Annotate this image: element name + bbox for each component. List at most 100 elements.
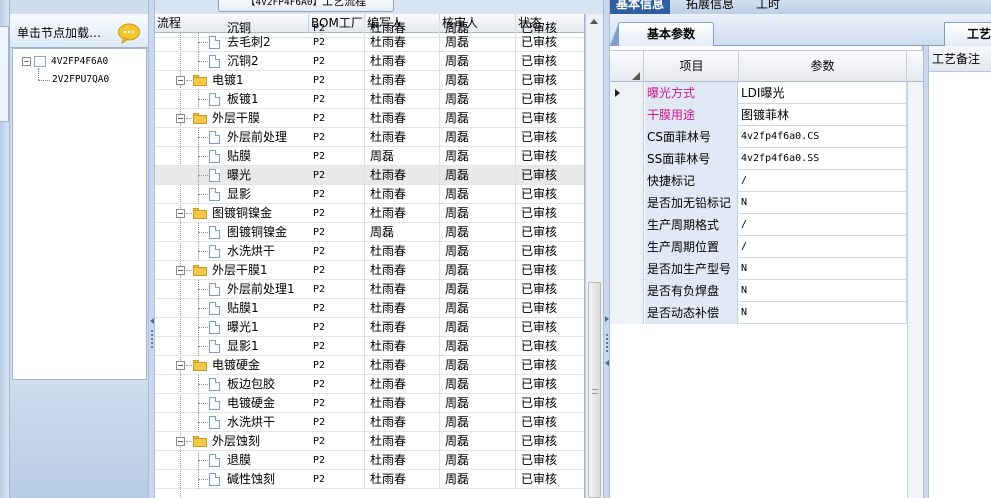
param-row[interactable]: 是否加无铅标记 N	[610, 192, 907, 214]
row-name: 显影	[227, 187, 252, 201]
row-indicator[interactable]	[610, 214, 644, 236]
collapse-toggle-icon[interactable]: −	[176, 114, 185, 123]
table-row[interactable]: 曝光 P2 杜雨春 周磊 已审核	[155, 166, 584, 185]
row-indicator[interactable]	[610, 280, 644, 302]
collapse-left-arrow-icon[interactable]	[605, 360, 609, 366]
row-cell-writer: 杜雨春	[365, 204, 440, 223]
row-indicator[interactable]	[610, 236, 644, 258]
tree-node-child[interactable]: 2V2FPU7QA0	[52, 73, 109, 87]
param-value[interactable]: N	[739, 302, 907, 324]
collapse-toggle-icon[interactable]: −	[176, 361, 185, 370]
row-name: 外层前处理	[227, 130, 288, 144]
param-value[interactable]: 4v2fp4f6a0.SS	[739, 148, 907, 170]
table-row[interactable]: 水洗烘干 P2 杜雨春 周磊 已审核	[155, 242, 584, 261]
table-row[interactable]: 曝光1 P2 杜雨春 周磊 已审核	[155, 318, 584, 337]
col-header-item[interactable]: 项目	[645, 51, 739, 83]
scroll-thumb[interactable]	[588, 282, 601, 498]
table-row[interactable]: 图镀铜镍金 P2 周磊 周磊 已审核	[155, 223, 584, 242]
table-row[interactable]: − 电镀1 P2 杜雨春 周磊 已审核	[155, 71, 584, 90]
param-row[interactable]: 是否动态补偿 N	[610, 302, 907, 324]
param-row[interactable]: 是否有负焊盘 N	[610, 280, 907, 302]
table-row[interactable]: 外层前处理1 P2 杜雨春 周磊 已审核	[155, 280, 584, 299]
collapse-toggle-icon[interactable]: −	[22, 57, 31, 66]
table-row[interactable]: 显影 P2 杜雨春 周磊 已审核	[155, 185, 584, 204]
current-row-arrow-icon[interactable]	[610, 82, 644, 104]
tab-process[interactable]: 工艺	[944, 22, 991, 46]
table-row[interactable]: − 电镀硬金 P2 杜雨春 周磊 已审核	[155, 356, 584, 375]
table-row[interactable]: 水洗烘干 P2 杜雨春 周磊 已审核	[155, 413, 584, 432]
document-icon	[209, 226, 220, 239]
row-indicator[interactable]	[610, 104, 644, 126]
row-indicator[interactable]	[610, 258, 644, 280]
table-row[interactable]: 外层前处理 P2 杜雨春 周磊 已审核	[155, 128, 584, 147]
left-panel-footer	[10, 384, 158, 498]
table-row[interactable]: 电镀硬金 P2 杜雨春 周磊 已审核	[155, 394, 584, 413]
param-row[interactable]: 是否加生产型号 N	[610, 258, 907, 280]
table-row[interactable]: 去毛刺2 P2 杜雨春 周磊 已审核	[155, 33, 584, 52]
left-vertical-tab[interactable]	[0, 26, 9, 122]
scroll-up-arrow-icon[interactable]	[590, 19, 598, 24]
param-value[interactable]: N	[739, 258, 907, 280]
document-icon	[209, 36, 220, 49]
param-scrollbar[interactable]	[907, 82, 923, 498]
flow-title-tab[interactable]: 【4V2FP4F6A0】工艺流程	[218, 0, 394, 12]
collapse-right-arrow-icon[interactable]	[605, 316, 609, 322]
table-row[interactable]: 沉铜2 P2 杜雨春 周磊 已审核	[155, 52, 584, 71]
param-value[interactable]: LDI曝光	[739, 82, 907, 104]
row-indicator[interactable]	[610, 302, 644, 324]
chat-bubble-icon[interactable]	[117, 22, 141, 44]
param-value[interactable]: /	[739, 214, 907, 236]
collapse-toggle-icon[interactable]: −	[176, 76, 185, 85]
table-row[interactable]: 板镀1 P2 杜雨春 周磊 已审核	[155, 90, 584, 109]
table-row[interactable]: 显影1 P2 杜雨春 周磊 已审核	[155, 337, 584, 356]
table-row[interactable]: 退膜 P2 杜雨春 周磊 已审核	[155, 451, 584, 470]
table-row[interactable]: 板边包胶 P2 杜雨春 周磊 已审核	[155, 375, 584, 394]
row-cell-status: 已审核	[516, 128, 584, 147]
row-cell-reviewer: 周磊	[440, 375, 516, 394]
param-value[interactable]: /	[739, 170, 907, 192]
tab-basic-info[interactable]: 基本信息	[610, 0, 671, 14]
row-cell-writer: 杜雨春	[365, 337, 440, 356]
tree-guide-line	[198, 137, 208, 138]
collapse-toggle-icon[interactable]: −	[176, 209, 185, 218]
table-row[interactable]: 贴膜 P2 周磊 周磊 已审核	[155, 147, 584, 166]
param-value[interactable]: N	[739, 280, 907, 302]
col-header-param[interactable]: 参数	[739, 51, 907, 83]
select-all-corner-icon[interactable]	[610, 51, 644, 83]
param-row[interactable]: 生产周期位置 /	[610, 236, 907, 258]
collapse-toggle-icon[interactable]: −	[176, 437, 185, 446]
param-value[interactable]: 4v2fp4f6a0.CS	[739, 126, 907, 148]
collapse-toggle-icon[interactable]: −	[176, 266, 185, 275]
param-value[interactable]: N	[739, 192, 907, 214]
left-collapse-strip[interactable]	[0, 0, 10, 498]
table-row[interactable]: − 外层蚀刻 P2 杜雨春 周磊 已审核	[155, 432, 584, 451]
row-cell-writer: 杜雨春	[365, 451, 440, 470]
document-icon	[209, 188, 220, 201]
left-splitter[interactable]	[148, 0, 155, 498]
row-indicator[interactable]	[610, 170, 644, 192]
table-row[interactable]: − 外层干膜1 P2 杜雨春 周磊 已审核	[155, 261, 584, 280]
tab-extended-info[interactable]: 拓展信息	[680, 0, 740, 14]
table-row[interactable]: − 图镀铜镍金 P2 杜雨春 周磊 已审核	[155, 204, 584, 223]
param-row[interactable]: 曝光方式 LDI曝光	[610, 82, 907, 104]
param-row[interactable]: 干膜用途 图镀菲林	[610, 104, 907, 126]
param-row[interactable]: SS面菲林号 4v2fp4f6a0.SS	[610, 148, 907, 170]
param-row[interactable]: 快捷标记 /	[610, 170, 907, 192]
tree-node-root[interactable]: − 4V2FP4F6A0	[22, 55, 108, 69]
row-indicator[interactable]	[610, 192, 644, 214]
param-value[interactable]: /	[739, 236, 907, 258]
table-row[interactable]: 贴膜1 P2 杜雨春 周磊 已审核	[155, 299, 584, 318]
collapse-left-arrow-icon[interactable]	[150, 318, 154, 324]
row-indicator[interactable]	[610, 126, 644, 148]
param-row[interactable]: CS面菲林号 4v2fp4f6a0.CS	[610, 126, 907, 148]
param-value[interactable]: 图镀菲林	[739, 104, 907, 126]
tab-basic-params[interactable]: 基本参数	[610, 22, 714, 46]
param-row[interactable]: 生产周期格式 /	[610, 214, 907, 236]
table-row[interactable]: 碱性蚀刻 P2 杜雨春 周磊 已审核	[155, 470, 584, 489]
grid-vertical-scrollbar[interactable]	[585, 14, 603, 498]
table-row[interactable]: − 外层干膜 P2 杜雨春 周磊 已审核	[155, 109, 584, 128]
right-splitter[interactable]	[603, 0, 610, 498]
tab-work-hours[interactable]: 工时	[750, 0, 786, 14]
row-indicator[interactable]	[610, 148, 644, 170]
row-cell-factory: P2	[309, 33, 365, 52]
